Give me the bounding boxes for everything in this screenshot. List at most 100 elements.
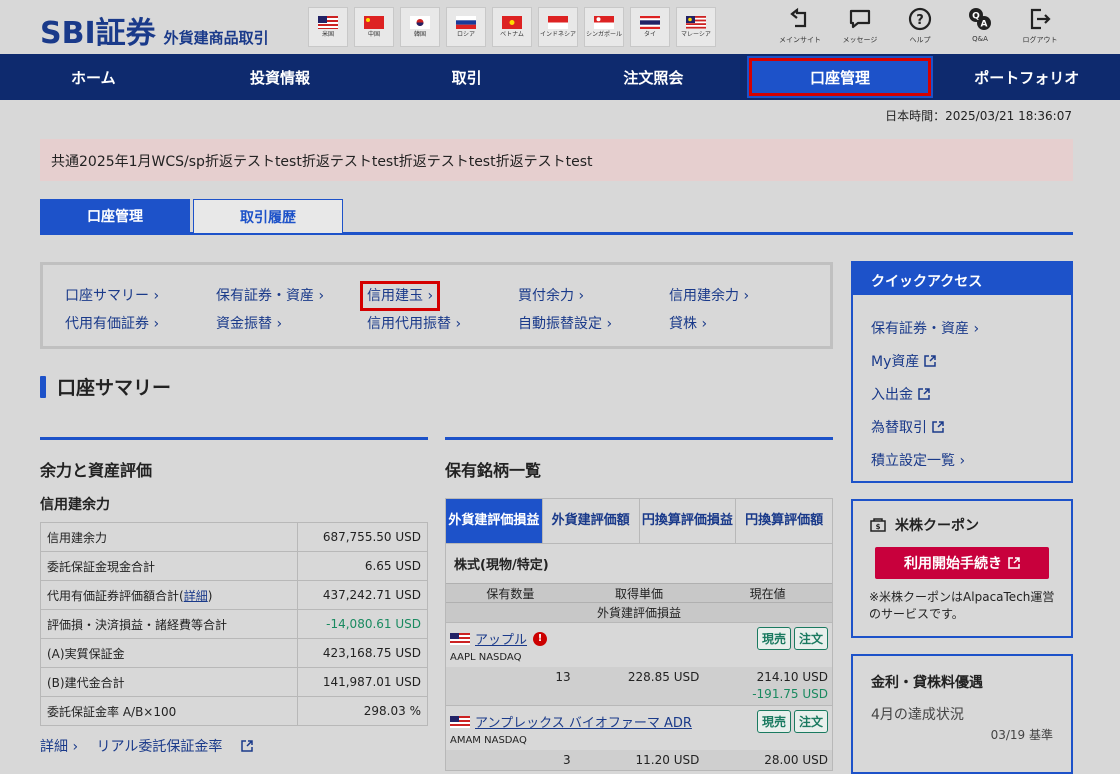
list-item: アップル ! 現売 注文 AAPL NASDAQ 13 228.85 USD 2… bbox=[446, 622, 832, 705]
account-tabs: 口座管理 取引履歴 bbox=[40, 199, 1073, 235]
nav-home[interactable]: ホーム bbox=[0, 54, 187, 100]
flag-id[interactable]: インドネシア bbox=[538, 7, 578, 47]
submenu-margin-capacity[interactable]: 信用建余力 › bbox=[669, 285, 820, 305]
submenu-margin-positions[interactable]: 信用建玉 › bbox=[359, 281, 441, 311]
japan-time: 日本時間：2025/03/21 18:36:07 bbox=[885, 109, 1072, 123]
row-value: 6.65 USD bbox=[297, 551, 428, 581]
logo[interactable]: SBI証券 外貨建商品取引 bbox=[40, 8, 269, 52]
logout-button[interactable]: ログアウト bbox=[1010, 6, 1070, 45]
nav-account-management[interactable]: 口座管理 bbox=[746, 56, 934, 98]
tab-jpy-value[interactable]: 円換算 評価額 bbox=[736, 499, 832, 543]
flag-ru[interactable]: ロシア bbox=[446, 7, 486, 47]
sell-button[interactable]: 現売 bbox=[756, 627, 791, 650]
detail-link[interactable]: 詳細 bbox=[184, 589, 208, 603]
section-title: 口座サマリー bbox=[40, 373, 171, 400]
quick-access-holdings[interactable]: 保有証券・資産 › bbox=[871, 311, 1053, 344]
tab-account-management[interactable]: 口座管理 bbox=[40, 199, 190, 233]
flag-cn[interactable]: 中国 bbox=[354, 7, 394, 47]
submenu-collateral-securities[interactable]: 代用有価証券 › bbox=[65, 313, 216, 333]
order-button[interactable]: 注文 bbox=[793, 627, 828, 650]
cn-flag-icon bbox=[364, 16, 384, 29]
stock-pl: -191.75 USD bbox=[446, 687, 832, 705]
svg-text:A: A bbox=[981, 20, 988, 30]
logo-subtitle: 外貨建商品取引 bbox=[163, 29, 269, 47]
qa-label: 入出金 bbox=[871, 386, 913, 403]
tab-line1: 円換算 bbox=[745, 513, 785, 528]
rate-date: 03/19 基準 bbox=[990, 728, 1053, 742]
sg-flag-icon bbox=[594, 16, 614, 29]
tab-jpy-pl[interactable]: 円換算 評価損益 bbox=[640, 499, 737, 543]
kr-flag-icon bbox=[410, 16, 430, 29]
flag-sg[interactable]: シンガポール bbox=[584, 7, 624, 47]
flag-th[interactable]: タイ bbox=[630, 7, 670, 47]
qa-button[interactable]: QA Q&A bbox=[950, 6, 1010, 45]
tool-label: ログアウト bbox=[1022, 36, 1058, 44]
nav-portfolio[interactable]: ポートフォリオ bbox=[933, 54, 1120, 100]
stock-name[interactable]: アップル bbox=[475, 629, 527, 648]
holdings-header-pl: 外貨建評価損益 bbox=[446, 602, 832, 622]
flag-my[interactable]: マレーシア bbox=[676, 7, 716, 47]
table-row: 代用有価証券評価額合計(詳細) 437,242.71 USD bbox=[40, 580, 428, 610]
tab-trade-history[interactable]: 取引履歴 bbox=[193, 199, 343, 233]
info-icon[interactable]: ! bbox=[533, 631, 548, 646]
ru-flag-icon bbox=[456, 16, 476, 29]
id-flag-icon bbox=[548, 16, 568, 29]
submenu-fund-transfer[interactable]: 資金振替 › bbox=[216, 313, 367, 333]
detail-link[interactable]: 詳細 › bbox=[40, 739, 78, 755]
col-price: 現在値 bbox=[749, 586, 786, 601]
quick-access-my-assets[interactable]: My資産 bbox=[871, 344, 1053, 377]
stock-qty: 13 bbox=[555, 670, 571, 684]
tool-label: ヘルプ bbox=[909, 36, 931, 44]
coupon-icon: $ bbox=[870, 518, 886, 532]
flag-kr[interactable]: 韓国 bbox=[400, 7, 440, 47]
tool-label: メッセージ bbox=[842, 36, 878, 44]
flag-vn[interactable]: ベトナム bbox=[492, 7, 532, 47]
main-site-button[interactable]: メインサイト bbox=[770, 6, 830, 45]
submenu-auto-transfer-settings[interactable]: 自動振替設定 › bbox=[518, 313, 669, 333]
message-button[interactable]: メッセージ bbox=[830, 6, 890, 45]
tab-fx-pl[interactable]: 外貨建 評価損益 bbox=[446, 499, 543, 543]
submenu-holdings-assets[interactable]: 保有証券・資産 › bbox=[216, 285, 367, 305]
tab-line1: 円換算 bbox=[641, 513, 681, 528]
header: SBI証券 外貨建商品取引 米国 中国 韓国 ロシア ベトナム インドネシア シ… bbox=[0, 0, 1120, 54]
submenu-stock-lending[interactable]: 貸株 › bbox=[669, 313, 820, 333]
quick-access-fx[interactable]: 為替取引 bbox=[871, 410, 1053, 443]
stock-market: AMAM NASDAQ bbox=[450, 735, 527, 746]
flag-label: シンガポール bbox=[585, 31, 622, 38]
row-value: 423,168.75 USD bbox=[297, 638, 428, 668]
holdings-box: 株式(現物/特定) 保有数量 取得単価 現在値 外貨建評価損益 アップル ! 現… bbox=[445, 543, 833, 771]
tab-fx-value[interactable]: 外貨建 評価額 bbox=[543, 499, 640, 543]
balance-panel: 余力と資産評価 信用建余力 信用建余力 687,755.50 USD 委託保証金現… bbox=[40, 437, 428, 756]
row-value: 687,755.50 USD bbox=[297, 522, 428, 552]
order-button[interactable]: 注文 bbox=[793, 710, 828, 733]
nav-investment-info[interactable]: 投資情報 bbox=[187, 54, 374, 100]
quick-access-savings-settings[interactable]: 積立設定一覧 › bbox=[871, 443, 1053, 476]
coupon-start-button[interactable]: 利用開始手続き bbox=[875, 547, 1049, 579]
quick-access-deposit[interactable]: 入出金 bbox=[871, 377, 1053, 410]
balance-subtitle: 信用建余力 bbox=[40, 497, 110, 513]
sell-button[interactable]: 現売 bbox=[756, 710, 791, 733]
notice-banner: 共通2025年1月WCS/sp折返テストtest折返テストtest折返テストte… bbox=[40, 139, 1073, 181]
nav-trade[interactable]: 取引 bbox=[373, 54, 560, 100]
quick-access-panel: クイックアクセス 保有証券・資産 › My資産 入出金 為替取引 積立設定一覧 … bbox=[851, 261, 1073, 483]
nav-order-inquiry[interactable]: 注文照会 bbox=[560, 54, 747, 100]
quick-access-list: 保有証券・資産 › My資産 入出金 為替取引 積立設定一覧 › bbox=[853, 295, 1071, 476]
stock-name[interactable]: アンプレックス バイオファーマ ADR bbox=[475, 712, 692, 731]
flag-label: ロシア bbox=[456, 31, 475, 38]
flag-us[interactable]: 米国 bbox=[308, 7, 348, 47]
qa-icon: QA bbox=[969, 8, 991, 30]
external-link-icon bbox=[1008, 557, 1020, 569]
real-margin-rate-link[interactable]: リアル委託保証金率 bbox=[97, 739, 254, 755]
row-label-end: ) bbox=[207, 588, 213, 603]
help-button[interactable]: ? ヘルプ bbox=[890, 6, 950, 45]
rate-panel: 金利・貸株料優遇 4月の達成状況 03/19 基準 bbox=[851, 654, 1073, 774]
row-label: 委託保証金率 A/B×100 bbox=[40, 696, 298, 726]
holdings-tabs: 外貨建 評価損益 外貨建 評価額 円換算 評価損益 円換算 評価額 bbox=[445, 498, 833, 543]
submenu-margin-collateral-transfer[interactable]: 信用代用振替 › bbox=[367, 313, 518, 333]
submenu-buying-power[interactable]: 買付余力 › bbox=[518, 285, 669, 305]
logo-text: SBI証券 bbox=[40, 16, 156, 51]
coupon-button-label: 利用開始手続き bbox=[904, 556, 1002, 572]
submenu-account-summary[interactable]: 口座サマリー › bbox=[65, 285, 216, 305]
rate-title: 金利・貸株料優遇 bbox=[871, 675, 983, 691]
list-item: アンプレックス バイオファーマ ADR 現売 注文 AMAM NASDAQ 3 … bbox=[446, 705, 832, 770]
